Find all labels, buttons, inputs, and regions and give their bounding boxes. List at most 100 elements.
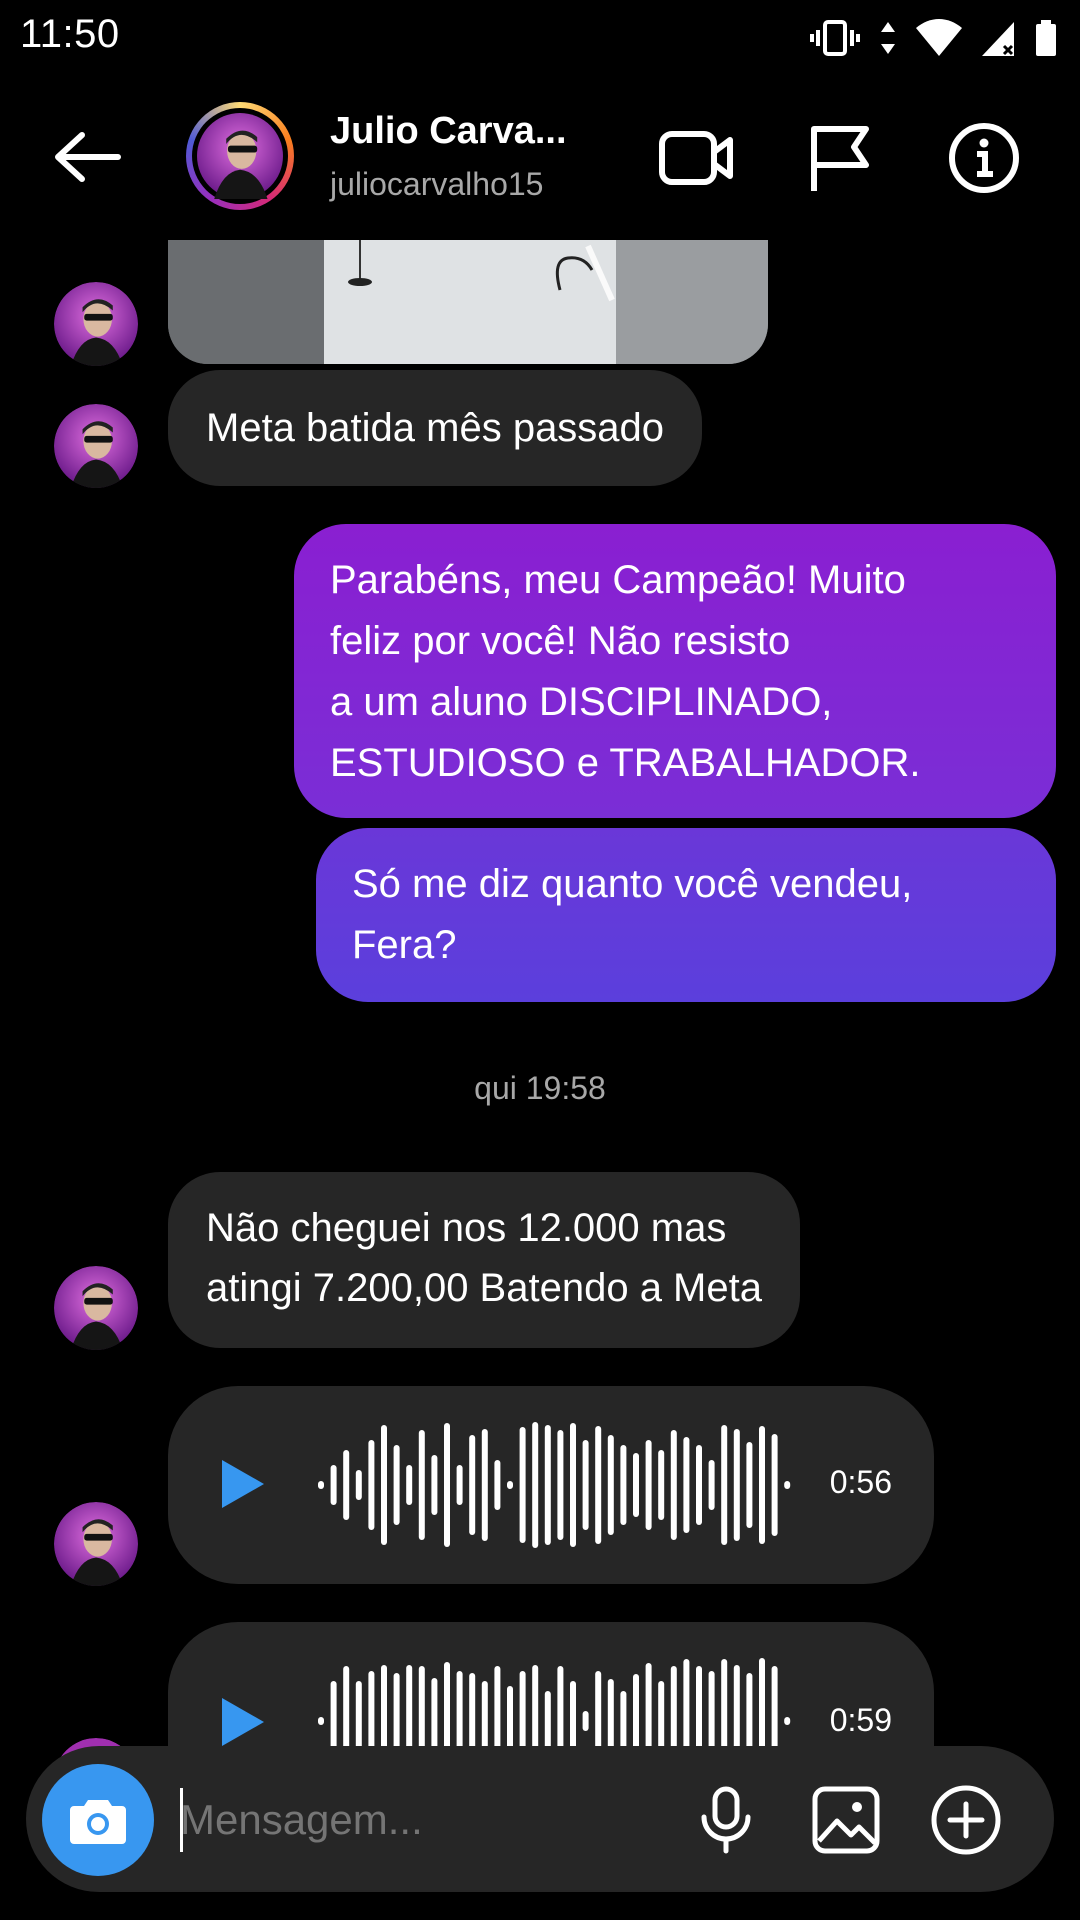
waveform-bar bbox=[771, 1434, 778, 1536]
message-bubble-incoming[interactable]: Não cheguei nos 12.000 mas atingi 7.200,… bbox=[168, 1172, 800, 1348]
message-text-line: Só me diz quanto você vendeu, bbox=[352, 862, 913, 906]
avatar-image bbox=[54, 404, 138, 488]
waveform-bar bbox=[544, 1425, 551, 1545]
waveform-bar bbox=[595, 1426, 602, 1544]
waveform-bar bbox=[406, 1465, 413, 1505]
image-message[interactable] bbox=[168, 240, 768, 364]
waveform-bar bbox=[330, 1465, 337, 1505]
info-icon bbox=[949, 123, 1019, 193]
waveform-bar bbox=[343, 1450, 350, 1520]
message-text: Meta batida mês passado bbox=[206, 406, 665, 450]
message-text-line: Não cheguei nos 12.000 mas bbox=[206, 1206, 727, 1250]
waveform-bar bbox=[544, 1691, 551, 1751]
more-button[interactable] bbox=[924, 1778, 1008, 1862]
message-text-line: a um aluno DISCIPLINADO, bbox=[330, 680, 833, 724]
audio-duration: 0:56 bbox=[829, 1464, 892, 1500]
waveform-bar bbox=[469, 1435, 476, 1535]
vibrate-icon bbox=[810, 20, 860, 56]
data-arrows-icon bbox=[881, 22, 895, 54]
message-text-line: feliz por você! Não resisto bbox=[330, 619, 791, 663]
shared-photo bbox=[168, 240, 768, 364]
text-cursor bbox=[180, 1788, 183, 1852]
microphone-icon bbox=[701, 1786, 751, 1854]
waveform-bar bbox=[683, 1437, 690, 1533]
waveform-bar bbox=[532, 1422, 539, 1548]
waveform-bar bbox=[607, 1435, 614, 1535]
signal-icon bbox=[982, 22, 1014, 56]
contact-name[interactable]: Julio Carva... bbox=[330, 110, 567, 153]
add-icon bbox=[931, 1785, 1001, 1855]
waveform-bar bbox=[721, 1425, 728, 1545]
avatar-image bbox=[54, 282, 138, 366]
video-call-icon bbox=[659, 131, 733, 185]
waveform-bar bbox=[784, 1481, 791, 1489]
camera-button[interactable] bbox=[42, 1764, 154, 1876]
waveform-bar bbox=[759, 1426, 765, 1544]
message-bubble-outgoing[interactable]: Parabéns, meu Campeão! Muito feliz por v… bbox=[294, 524, 1056, 818]
message-bubble-incoming[interactable]: Meta batida mês passado bbox=[168, 370, 703, 486]
battery-icon bbox=[1036, 20, 1056, 56]
waveform-bar bbox=[746, 1442, 753, 1528]
wifi-icon bbox=[916, 19, 962, 56]
waveform-bar bbox=[519, 1427, 526, 1543]
status-icons bbox=[810, 14, 1058, 62]
message-input[interactable] bbox=[180, 1782, 660, 1858]
contact-avatar[interactable] bbox=[54, 404, 138, 488]
play-icon[interactable] bbox=[218, 1696, 266, 1748]
flag-icon bbox=[811, 126, 869, 191]
waveform-bar bbox=[708, 1460, 715, 1510]
waveform-bar bbox=[582, 1440, 589, 1530]
waveform-bar bbox=[733, 1429, 740, 1541]
message-text-line: ESTUDIOSO e TRABALHADOR. bbox=[330, 741, 921, 785]
header-avatar[interactable] bbox=[186, 102, 294, 210]
waveform-bar bbox=[381, 1425, 387, 1545]
waveform-bar bbox=[784, 1717, 791, 1725]
voice-button[interactable] bbox=[684, 1778, 768, 1862]
info-button[interactable] bbox=[944, 118, 1024, 198]
waveform-bar bbox=[670, 1430, 677, 1540]
waveform-bar bbox=[318, 1481, 324, 1489]
waveform-bar bbox=[645, 1440, 652, 1530]
contact-avatar[interactable] bbox=[54, 1266, 138, 1350]
gallery-button[interactable] bbox=[804, 1778, 888, 1862]
waveform-bar bbox=[355, 1470, 362, 1500]
message-text-line: atingi 7.200,00 Batendo a Meta bbox=[206, 1266, 762, 1310]
message-text-line: Fera? bbox=[352, 923, 457, 967]
avatar-image bbox=[197, 113, 283, 199]
waveform-bar bbox=[570, 1423, 576, 1547]
video-call-button[interactable] bbox=[656, 118, 736, 198]
waveform-bar bbox=[431, 1455, 438, 1515]
camera-icon bbox=[70, 1800, 126, 1844]
waveform-bar bbox=[418, 1430, 425, 1540]
audio-waveform[interactable] bbox=[312, 1420, 802, 1550]
back-button[interactable] bbox=[42, 112, 132, 202]
back-arrow-icon bbox=[55, 132, 121, 182]
audio-message[interactable]: 0:56 bbox=[168, 1386, 934, 1584]
waveform-bar bbox=[393, 1445, 400, 1525]
waveform-bar bbox=[620, 1691, 627, 1751]
contact-username[interactable]: juliocarvalho15 bbox=[330, 166, 543, 203]
message-timestamp: qui 19:58 bbox=[474, 1070, 606, 1106]
waveform-bar bbox=[696, 1445, 702, 1525]
audio-duration: 0:59 bbox=[829, 1702, 892, 1738]
play-icon[interactable] bbox=[218, 1458, 266, 1510]
avatar-image bbox=[54, 1502, 138, 1586]
report-button[interactable] bbox=[800, 118, 880, 198]
waveform-bar bbox=[318, 1717, 324, 1725]
waveform-bar bbox=[481, 1429, 488, 1541]
waveform-bar bbox=[582, 1711, 589, 1731]
waveform-bar bbox=[658, 1450, 665, 1520]
contact-avatar[interactable] bbox=[54, 282, 138, 366]
waveform-bar bbox=[494, 1460, 501, 1510]
waveform-bar bbox=[620, 1445, 627, 1525]
waveform-bar bbox=[633, 1453, 639, 1517]
message-text-line: Parabéns, meu Campeão! Muito bbox=[330, 558, 906, 602]
gallery-icon bbox=[812, 1786, 880, 1854]
status-time: 11:50 bbox=[20, 12, 120, 56]
message-bubble-outgoing[interactable]: Só me diz quanto você vendeu, Fera? bbox=[316, 828, 1056, 1002]
waveform-bar bbox=[368, 1440, 375, 1530]
contact-avatar[interactable] bbox=[54, 1502, 138, 1586]
waveform-bar bbox=[507, 1481, 513, 1489]
waveform-bar bbox=[444, 1423, 450, 1547]
waveform-bar bbox=[456, 1465, 463, 1505]
